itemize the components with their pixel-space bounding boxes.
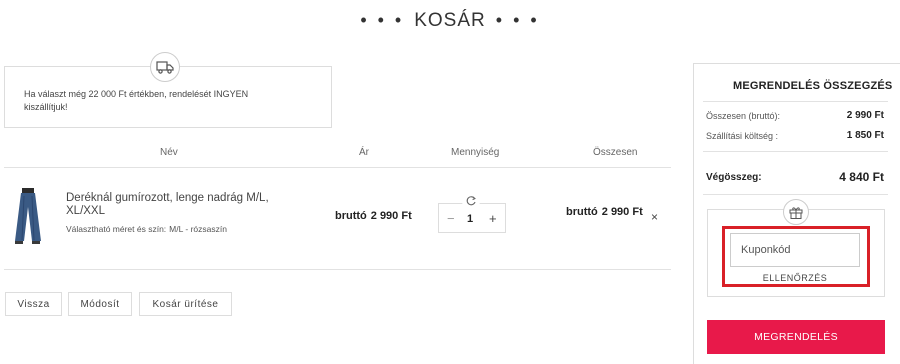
table-header-divider [4, 167, 671, 168]
coupon-check-button[interactable]: ELLENŐRZÉS [730, 273, 860, 283]
column-header-price: Ár [359, 147, 369, 158]
grand-total-label: Végösszeg: [706, 172, 762, 183]
modify-button[interactable]: Módosít [68, 292, 132, 316]
column-header-quantity: Mennyiség [451, 147, 500, 158]
subtotal-value: 2 990 Ft [846, 110, 884, 121]
unit-price-label: bruttó [335, 210, 367, 222]
product-image[interactable] [13, 188, 43, 244]
product-name[interactable]: Deréknál gumírozott, lenge nadrág M/L, X… [66, 192, 296, 218]
coupon-code-input[interactable] [730, 233, 860, 267]
shipping-cost-label: Szállítási költség : [706, 131, 779, 141]
quantity-increase-button[interactable]: + [489, 211, 497, 226]
unit-price: bruttó 2 990 Ft [335, 210, 412, 222]
summary-rows-divider [703, 151, 888, 152]
order-summary-title: MEGRENDELÉS ÖSSZEGZÉS [733, 80, 893, 92]
title-text: KOSÁR [414, 10, 486, 31]
shipping-cost-value: 1 850 Ft [846, 130, 884, 141]
remove-item-button[interactable]: × [651, 210, 658, 224]
quantity-decrease-button[interactable]: − [447, 211, 455, 226]
variant-value: M/L - rózsaszín [169, 224, 227, 234]
gift-icon [783, 199, 809, 225]
place-order-button[interactable]: MEGRENDELÉS [707, 320, 885, 354]
grand-total-value: 4 840 Ft [839, 170, 884, 184]
refresh-icon[interactable] [462, 192, 480, 210]
column-header-total: Összesen [593, 147, 638, 158]
summary-title-divider [703, 101, 888, 102]
back-button[interactable]: Vissza [5, 292, 62, 316]
line-total-value: 2 990 Ft [601, 206, 643, 218]
title-dots-left: • • • [360, 10, 405, 30]
title-dots-right: • • • [495, 10, 540, 30]
free-shipping-message: Ha választ még 22 000 Ft értékben, rende… [24, 89, 249, 112]
unit-price-value: 2 990 Ft [370, 210, 412, 222]
product-variant: Választható méret és szín: M/L - rózsaszí… [66, 224, 227, 234]
subtotal-label: Összesen (bruttó): [706, 111, 781, 121]
line-total: bruttó 2 990 Ft [566, 206, 643, 218]
column-header-name: Név [160, 147, 178, 158]
line-total-label: bruttó [566, 206, 598, 218]
summary-total-divider [703, 194, 888, 195]
variant-label: Választható méret és szín: [66, 224, 167, 234]
quantity-value[interactable]: 1 [462, 213, 478, 225]
table-bottom-divider [4, 269, 671, 270]
truck-icon [150, 52, 180, 82]
page-title: • • • KOSÁR • • • [0, 10, 900, 32]
clear-cart-button[interactable]: Kosár ürítése [139, 292, 232, 316]
